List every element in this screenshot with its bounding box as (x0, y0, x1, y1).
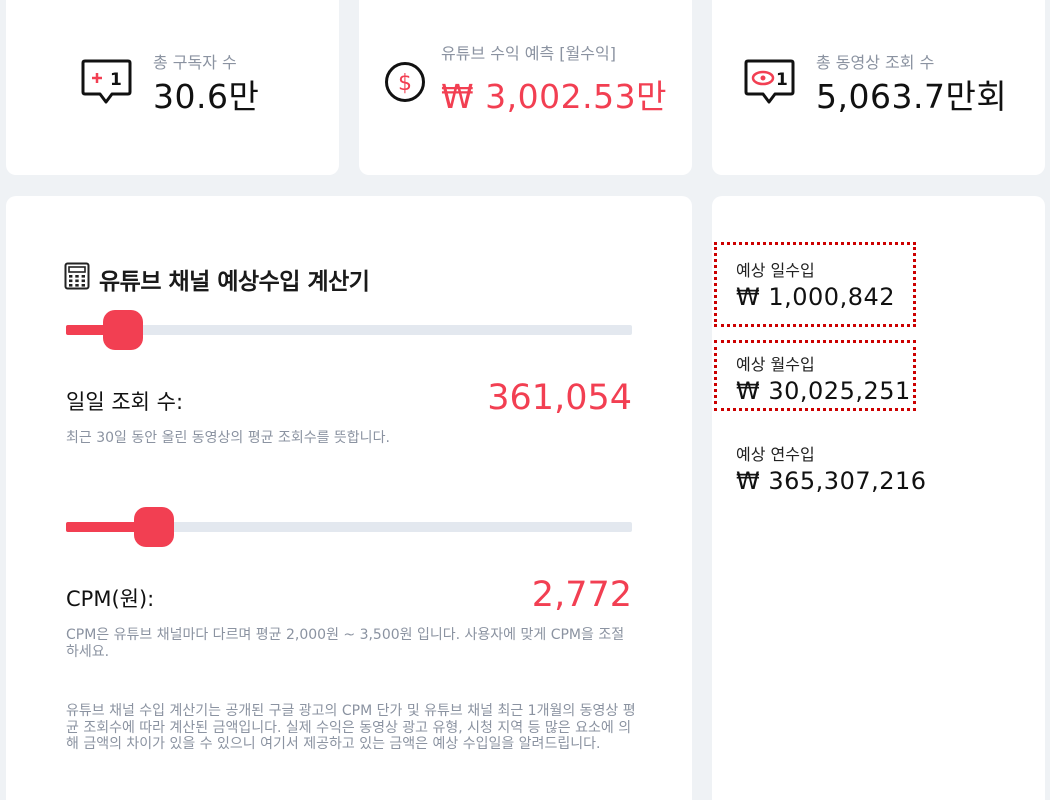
yearly-income: 예상 연수입 ₩ 365,307,216 (714, 430, 927, 505)
calculator-notice: 유튜브 채널 수입 계산기는 공개된 구글 광고의 CPM 단가 및 유튜브 채… (66, 703, 636, 752)
monthly-income-value: ₩ 30,025,251 (736, 377, 911, 405)
chat-plus-one-icon: 1 (81, 59, 132, 104)
daily-income-value: ₩ 1,000,842 (736, 283, 896, 311)
yearly-income-label: 예상 연수입 (736, 445, 815, 464)
daily-views-slider[interactable] (66, 310, 632, 350)
yearly-income-value: ₩ 365,307,216 (736, 467, 927, 495)
svg-text:$: $ (398, 71, 412, 96)
monthly-income: 예상 월수입 ₩ 30,025,251 (714, 340, 916, 411)
cpm-slider[interactable] (66, 507, 632, 547)
monthly-income-label: 예상 월수입 (736, 355, 815, 374)
slider-thumb[interactable] (134, 507, 175, 547)
dollar-circle-icon: $ (385, 62, 425, 102)
daily-views-label: 일일 조회 수: (66, 390, 184, 414)
slider-thumb[interactable] (102, 310, 143, 350)
cpm-label: CPM(원): (66, 587, 155, 611)
cpm-value: 2,772 (531, 575, 632, 615)
daily-views-value: 361,054 (487, 378, 632, 418)
subscribers-value: 30.6만 (153, 77, 260, 116)
svg-text:1: 1 (776, 70, 788, 90)
views-value: 5,063.7만회 (816, 77, 1008, 116)
svg-text:1: 1 (110, 70, 122, 90)
revenue-value: ₩ 3,002.53만 (441, 77, 667, 116)
cpm-description: CPM은 유튜브 채널마다 다르며 평균 2,000원 ~ 3,500원 입니다… (66, 627, 625, 660)
daily-income-label: 예상 일수입 (736, 261, 815, 280)
calculator-title: 유튜브 채널 예상수입 계산기 (99, 269, 370, 295)
calculator-icon (64, 262, 90, 290)
slider-track[interactable] (66, 325, 632, 335)
revenue-label: 유튜브 수익 예측 [월수익] (441, 44, 616, 63)
daily-views-description: 최근 30일 동안 올린 동영상의 평균 조회수를 뜻합니다. (66, 430, 390, 446)
daily-income: 예상 일수입 ₩ 1,000,842 (714, 242, 916, 327)
chat-eye-icon: 1 (744, 59, 795, 104)
